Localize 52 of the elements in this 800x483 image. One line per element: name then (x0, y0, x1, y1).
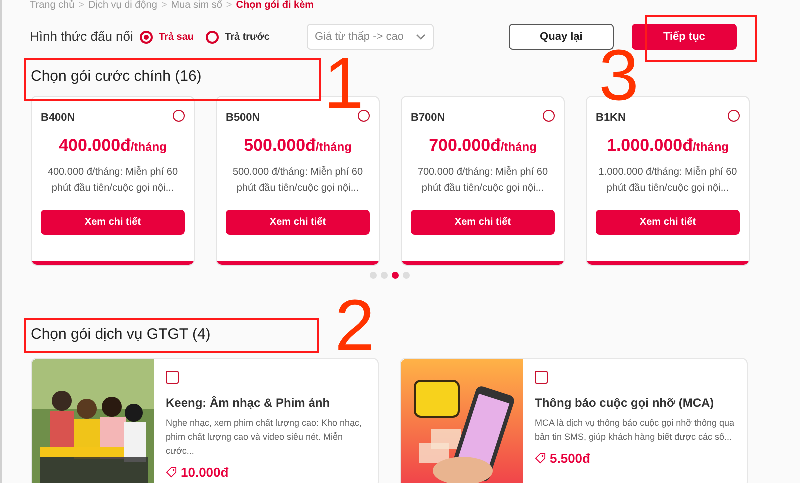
connection-label: Hình thức đấu nối (30, 28, 134, 46)
radio-button[interactable] (206, 30, 220, 44)
checkbox[interactable] (535, 371, 548, 384)
section-title: Chọn gói cước chính (16) (31, 67, 202, 87)
radio-option[interactable]: Trả trước (206, 30, 270, 44)
plan-card[interactable]: B400N 400.000đ/tháng 400.000 đ/tháng: Miễn phí 60 phút đầu tiên/cuộc gọi nội... Xem chi tiết (31, 96, 195, 266)
tag-icon (166, 467, 177, 478)
plan-description: 700.000 đ/tháng: Miễn phí 60 phút đầu tiên/cuộc gọi nội... (416, 165, 550, 196)
breadcrumb-link[interactable]: Trang chủ (30, 0, 75, 12)
details-button[interactable]: Xem chi tiết (41, 210, 185, 234)
breadcrumb-separator: > (161, 0, 168, 12)
plan-description: 400.000 đ/tháng: Miễn phí 60 phút đầu tiên/cuộc gọi nội... (46, 165, 180, 196)
plan-price: 700.000đ/tháng (428, 136, 538, 156)
breadcrumb-separator: > (78, 0, 84, 12)
service-description: Nghe nhạc, xem phim chất lượng cao: Kho nhạc, phim chất lượng cao và video siêu nét. Miễn cước... (166, 417, 364, 458)
radio-button[interactable] (173, 110, 185, 122)
plan-price: 1.000.000đ/tháng (606, 136, 730, 156)
service-price: 10.000đ (181, 464, 229, 482)
plan-price: 400.000đ/tháng (58, 136, 168, 156)
plan-price: 500.000đ/tháng (243, 136, 353, 156)
sort-dropdown[interactable]: Giá từ thấp -> cao (306, 24, 434, 50)
service-name: Keeng: Âm nhạc & Phim ảnh (166, 395, 332, 412)
radio-button[interactable] (728, 110, 740, 122)
continue-button[interactable]: Tiếp tục (632, 24, 737, 50)
service-description: MCA là dịch vụ thông báo cuộc gọi nhỡ thông qua bản tin SMS, giúp khách hàng biết được các số... (535, 417, 736, 444)
details-button[interactable]: Xem chi tiết (226, 210, 370, 234)
radio-button[interactable] (140, 30, 153, 44)
breadcrumb-separator: > (226, 0, 232, 12)
plan-description: 500.000 đ/tháng: Miễn phí 60 phút đầu tiên/cuộc gọi nội... (232, 165, 364, 196)
service-card[interactable]: Keeng: Âm nhạc & Phim ảnh Nghe nhạc, xem phim chất lượng cao: Kho nhạc, phim chất lượng cao và video siêu nét. Miễn cước... 10.000đ (31, 358, 379, 483)
plan-name: B700N (411, 111, 446, 126)
tag-icon (535, 453, 546, 464)
plan-name: B500N (226, 111, 260, 126)
radio-option[interactable]: Trả sau (140, 30, 194, 44)
breadcrumb-link[interactable]: Chọn gói đi kèm (236, 0, 314, 12)
service-price: 5.500đ (550, 450, 590, 468)
plan-name: B1KN (596, 111, 626, 126)
details-button[interactable]: Xem chi tiết (411, 210, 555, 234)
service-name: Thông báo cuộc gọi nhỡ (MCA) (535, 395, 716, 412)
plan-description: 1.000.000 đ/tháng: Miễn phí 60 phút đầu tiên/cuộc gọi nội... (598, 165, 738, 196)
back-button[interactable]: Quay lại (508, 24, 614, 50)
checkbox[interactable] (166, 371, 179, 384)
plan-name: B400N (41, 111, 76, 126)
radio-button[interactable] (543, 110, 555, 122)
details-button[interactable]: Xem chi tiết (596, 210, 740, 234)
breadcrumb-link[interactable]: Mua sim số (171, 0, 222, 12)
breadcrumb-link[interactable]: Dịch vụ di động (88, 0, 158, 12)
plan-card[interactable]: B700N 700.000đ/tháng 700.000 đ/tháng: Miễn phí 60 phút đầu tiên/cuộc gọi nội... Xem chi tiết (401, 96, 565, 266)
radio-button[interactable] (358, 110, 370, 122)
caret-icon (416, 34, 426, 40)
service-card[interactable]: Thông báo cuộc gọi nhỡ (MCA) MCA là dịch vụ thông báo cuộc gọi nhỡ thông qua bản tin SMS, giúp khách hàng biết được các số... 5.500đ (400, 358, 748, 483)
section-title: Chọn gói dịch vụ GTGT (4) (31, 325, 211, 345)
